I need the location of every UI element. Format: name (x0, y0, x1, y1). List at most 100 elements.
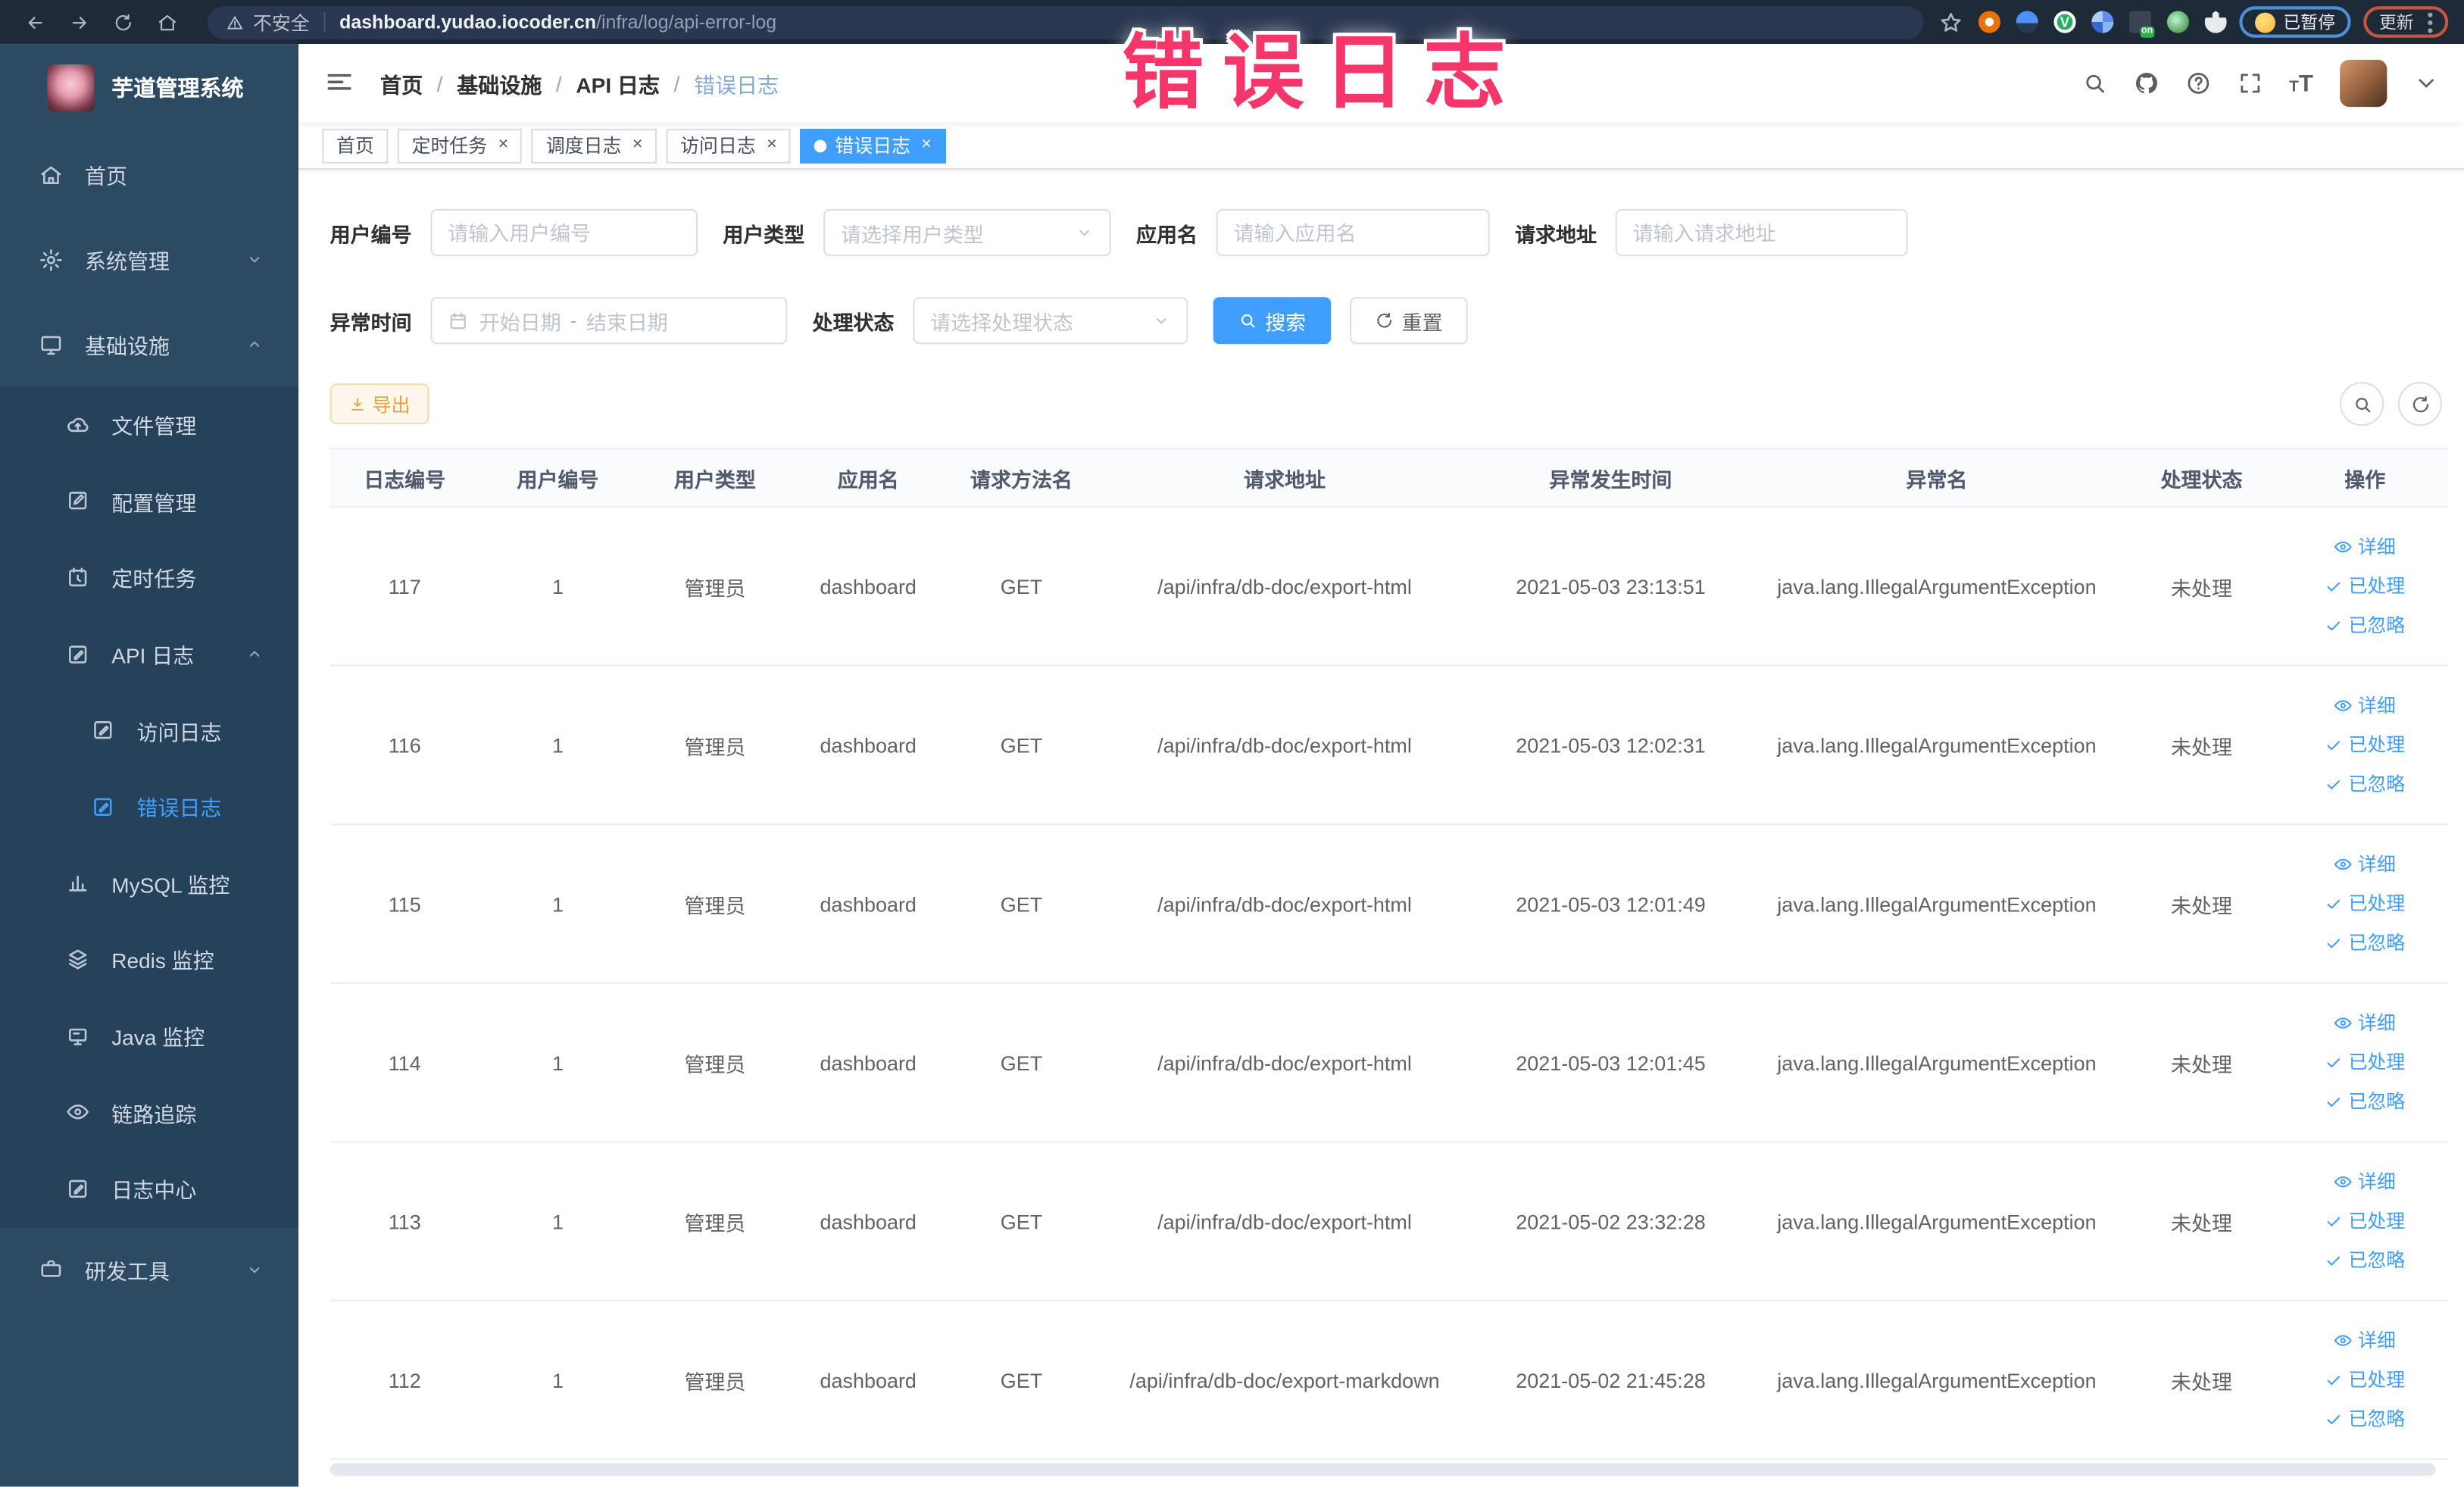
sidebar-item-3[interactable]: 文件管理 (0, 386, 299, 464)
table-toolbar: 导出 (329, 382, 2449, 426)
sidebar-item-1[interactable]: 系统管理 (0, 217, 298, 301)
sidebar-item-6[interactable]: API 日志 (0, 615, 299, 692)
filter-input[interactable] (1632, 220, 1891, 245)
row-action-1[interactable]: 已处理 (2325, 567, 2405, 606)
java-icon (69, 1027, 87, 1045)
search-button[interactable]: 搜索 (1213, 297, 1332, 345)
filter-input[interactable] (1233, 220, 1473, 245)
horizontal-scrollbar[interactable] (329, 1463, 2436, 1476)
extension-icon[interactable]: on (2129, 11, 2155, 38)
export-button[interactable]: 导出 (329, 383, 429, 425)
sidebar-item-2[interactable]: 基础设施 (0, 301, 298, 386)
cell: 未处理 (2171, 576, 2232, 600)
sidebar-item-12[interactable]: 链路追踪 (0, 1073, 299, 1151)
date-range-picker[interactable]: 开始日期 - 结束日期 (430, 297, 788, 345)
row-action-2[interactable]: 已忽略 (2325, 764, 2405, 804)
sidebar-item-5[interactable]: 定时任务 (0, 539, 299, 616)
row-action-0[interactable]: 详细 (2334, 1321, 2396, 1360)
row-action-1[interactable]: 已处理 (2325, 884, 2405, 923)
extension-icon[interactable] (2016, 11, 2038, 33)
tab-label: 访问日志 (680, 135, 756, 158)
sidebar-item-10[interactable]: Redis 监控 (0, 921, 299, 998)
table-row-4: 113 1 管理员 dashboard GET/api/infra/db-doc/exp… (329, 1142, 2449, 1301)
cell: /api/infra/db-doc/export-html (1157, 1050, 1412, 1075)
tab-4[interactable]: 错误日志 × (800, 128, 946, 163)
extension-icon[interactable] (1978, 11, 2000, 33)
extension-icon[interactable] (2166, 11, 2189, 33)
browser-menu-icon[interactable] (2428, 11, 2433, 33)
refresh-button[interactable] (2397, 382, 2442, 426)
row-action-1[interactable]: 已处理 (2325, 1201, 2405, 1241)
row-action-2[interactable]: 已忽略 (2325, 1399, 2405, 1439)
reload-icon (114, 13, 130, 30)
sidebar-item-9[interactable]: MySQL 监控 (0, 845, 299, 922)
close-icon[interactable]: × (632, 136, 642, 154)
row-action-0[interactable]: 详细 (2334, 845, 2396, 884)
sidebar-item-13[interactable]: 日志中心 (0, 1150, 299, 1227)
action-label: 详细 (2357, 1011, 2396, 1034)
browser-reload-button[interactable] (104, 5, 142, 39)
app-logo[interactable]: 芋道管理系统 (0, 44, 298, 132)
row-action-1[interactable]: 已处理 (2325, 1043, 2405, 1082)
reset-button[interactable]: 重置 (1350, 297, 1468, 345)
filter-row-2: 异常时间 开始日期 - 结束日期 处理状态 请选择处理状态 搜索 重置 (329, 297, 2449, 345)
sidebar-item-label: Java 监控 (111, 1026, 205, 1050)
breadcrumb-item-0[interactable]: 首页 (380, 67, 423, 98)
sidebar-item-0[interactable]: 首页 (0, 132, 298, 217)
row-action-2[interactable]: 已忽略 (2325, 606, 2405, 645)
extension-icon[interactable] (2091, 11, 2114, 33)
font-size-icon[interactable]: TT (2289, 71, 2313, 95)
row-action-0[interactable]: 详细 (2334, 527, 2396, 567)
row-action-0[interactable]: 详细 (2334, 1162, 2396, 1201)
tab-0[interactable]: 首页 (322, 128, 389, 163)
close-icon[interactable]: × (922, 136, 932, 154)
row-action-0[interactable]: 详细 (2334, 1004, 2396, 1043)
row-action-0[interactable]: 详细 (2334, 686, 2396, 726)
user-avatar[interactable] (2340, 59, 2387, 108)
address-bar[interactable]: 不安全 dashboard.yudao.iocoder.cn /infra/lo… (207, 5, 1924, 39)
sidebar-menu: 首页 系统管理 基础设施 文件管理 配置管理 定时任务 API 日志 访问日志 错误日志 MySQ… (0, 132, 299, 1311)
action-label: 已处理 (2348, 574, 2406, 597)
tab-3[interactable]: 访问日志 × (666, 128, 792, 163)
filter-input[interactable] (448, 220, 681, 245)
browser-update-button[interactable]: 更新 (2363, 6, 2449, 38)
browser-back-button[interactable] (16, 5, 54, 39)
sidebar-item-8[interactable]: 错误日志 (0, 768, 299, 845)
tab-1[interactable]: 定时任务 × (397, 128, 523, 163)
sidebar-item-7[interactable]: 访问日志 (0, 692, 299, 769)
toggle-search-button[interactable] (2340, 382, 2384, 426)
browser-profile-chip[interactable]: 已暂停 (2239, 6, 2351, 38)
row-action-2[interactable]: 已忽略 (2325, 1241, 2405, 1280)
github-icon[interactable] (2134, 70, 2159, 95)
sidebar-item-11[interactable]: Java 监控 (0, 997, 299, 1074)
sidebar-item-label: 日志中心 (111, 1179, 197, 1203)
gear-icon (40, 248, 62, 270)
browser-forward-button[interactable] (60, 5, 98, 39)
close-icon[interactable]: × (767, 136, 776, 154)
row-action-1[interactable]: 已处理 (2325, 1360, 2405, 1400)
close-icon[interactable]: × (498, 136, 508, 154)
check-icon (2328, 1058, 2341, 1068)
bookmark-star-icon[interactable] (1939, 10, 1963, 33)
chevron-down-icon[interactable] (2414, 70, 2439, 95)
tab-2[interactable]: 调度日志 × (532, 128, 657, 163)
sidebar-item-4[interactable]: 配置管理 (0, 463, 299, 539)
sidebar-item-14[interactable]: 研发工具 (0, 1226, 298, 1311)
filter-select[interactable]: 请选择处理状态 (913, 297, 1188, 345)
fullscreen-icon[interactable] (2238, 70, 2263, 95)
row-action-2[interactable]: 已忽略 (2325, 1082, 2405, 1121)
extension-icon[interactable]: V (2053, 11, 2076, 33)
help-icon[interactable] (2185, 70, 2210, 95)
extension-icon[interactable] (2204, 11, 2227, 33)
end-date-placeholder: 结束日期 (586, 310, 668, 334)
sidebar-toggle-icon[interactable] (323, 67, 354, 98)
filter-label: 异常时间 (329, 310, 412, 334)
row-action-2[interactable]: 已忽略 (2325, 923, 2405, 963)
filter-select[interactable]: 请选择用户类型 (823, 208, 1111, 257)
breadcrumb-item-2[interactable]: API 日志 (576, 67, 660, 98)
filter-row1-1: 用户类型 请选择用户类型 (723, 208, 1111, 257)
browser-home-button[interactable] (148, 5, 186, 39)
breadcrumb-item-1[interactable]: 基础设施 (457, 67, 542, 98)
row-action-1[interactable]: 已处理 (2325, 725, 2405, 764)
search-icon[interactable] (2081, 70, 2106, 95)
